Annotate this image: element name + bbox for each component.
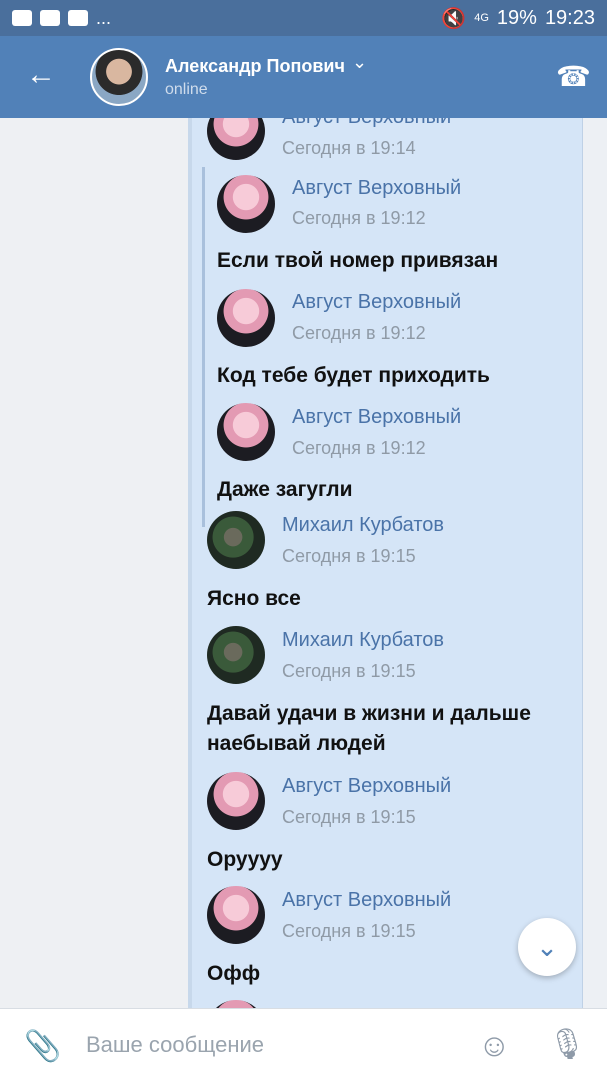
message-text: Офф — [207, 962, 261, 985]
message-time: Сегодня в 19:12 — [292, 438, 426, 458]
mute-icon: 🔇 — [441, 7, 467, 30]
author-name[interactable]: Август Верховный — [292, 177, 461, 200]
contact-avatar[interactable] — [90, 48, 148, 106]
message-input[interactable]: Ваше сообщение — [86, 1032, 264, 1058]
avatar[interactable] — [217, 289, 275, 347]
composer: 📎 Ваше сообщение ☺ 🎙 — [0, 1008, 607, 1081]
microphone-icon[interactable]: 🎙 — [548, 1027, 586, 1062]
message-text: Даже загугли — [217, 478, 353, 501]
message-time: Сегодня в 19:12 — [292, 323, 426, 343]
message-text: Если твой номер привязан — [217, 249, 499, 272]
author-name[interactable]: Михаил Курбатов — [282, 514, 444, 537]
scroll-down-button[interactable]: ⌄ — [518, 918, 576, 976]
message-time: Сегодня в 19:15 — [282, 921, 416, 941]
phone-icon[interactable]: ☎ — [556, 60, 591, 93]
contact-status: online — [165, 81, 208, 98]
chevron-down-icon: ⌄ — [536, 931, 558, 962]
message-time: Сегодня в 19:15 — [282, 661, 416, 681]
message-text: Код тебе будет приходить — [217, 364, 490, 387]
author-name[interactable]: Август Верховный — [282, 775, 451, 798]
back-arrow-icon[interactable]: ← — [26, 60, 56, 90]
avatar[interactable] — [207, 626, 265, 684]
battery-percent: 19% — [496, 6, 537, 29]
message-text: Ясно все — [207, 587, 301, 610]
contact-name[interactable]: Александр Попович — [165, 56, 345, 77]
avatar[interactable] — [217, 403, 275, 461]
message-list[interactable]: Август Верховный Сегодня в 19:14 Август … — [0, 118, 607, 1008]
message-text: Оруууу — [207, 848, 283, 871]
avatar[interactable] — [207, 772, 265, 830]
network-label: 4G — [474, 12, 489, 24]
chat-background — [0, 118, 188, 1008]
chat-header: ← Александр Попович ⌄ online ☎ — [0, 36, 607, 118]
message-time: Сегодня в 19:14 — [282, 138, 416, 158]
youtube-icon — [40, 10, 60, 26]
nested-forward-bar — [202, 167, 205, 527]
author-name[interactable]: Август Верховный — [292, 291, 461, 314]
message-time: Сегодня в 19:15 — [282, 546, 416, 566]
emoji-icon[interactable]: ☺ — [478, 1027, 511, 1064]
author-name[interactable]: Михаил Курбатов — [282, 629, 444, 652]
message-text: Давай удачи в жизни и дальше наебывай лю… — [207, 702, 531, 755]
author-name[interactable]: Август Верховный — [282, 889, 451, 912]
chevron-down-icon[interactable]: ⌄ — [352, 52, 367, 73]
message-time: Сегодня в 19:12 — [292, 208, 426, 228]
paperclip-icon[interactable]: 📎 — [24, 1029, 61, 1064]
avatar[interactable] — [207, 886, 265, 944]
status-bar: ... 🔇 4G 19% 19:23 — [0, 0, 607, 36]
avatar[interactable] — [207, 511, 265, 569]
message-time: Сегодня в 19:15 — [282, 807, 416, 827]
image-icon — [12, 10, 32, 26]
more-notifications: ... — [96, 7, 112, 28]
author-name[interactable]: Август Верховный — [292, 406, 461, 429]
avatar[interactable] — [217, 175, 275, 233]
author-name[interactable]: Август Верховный — [282, 118, 451, 129]
clock: 19:23 — [544, 6, 595, 29]
youtube-icon — [68, 10, 88, 26]
